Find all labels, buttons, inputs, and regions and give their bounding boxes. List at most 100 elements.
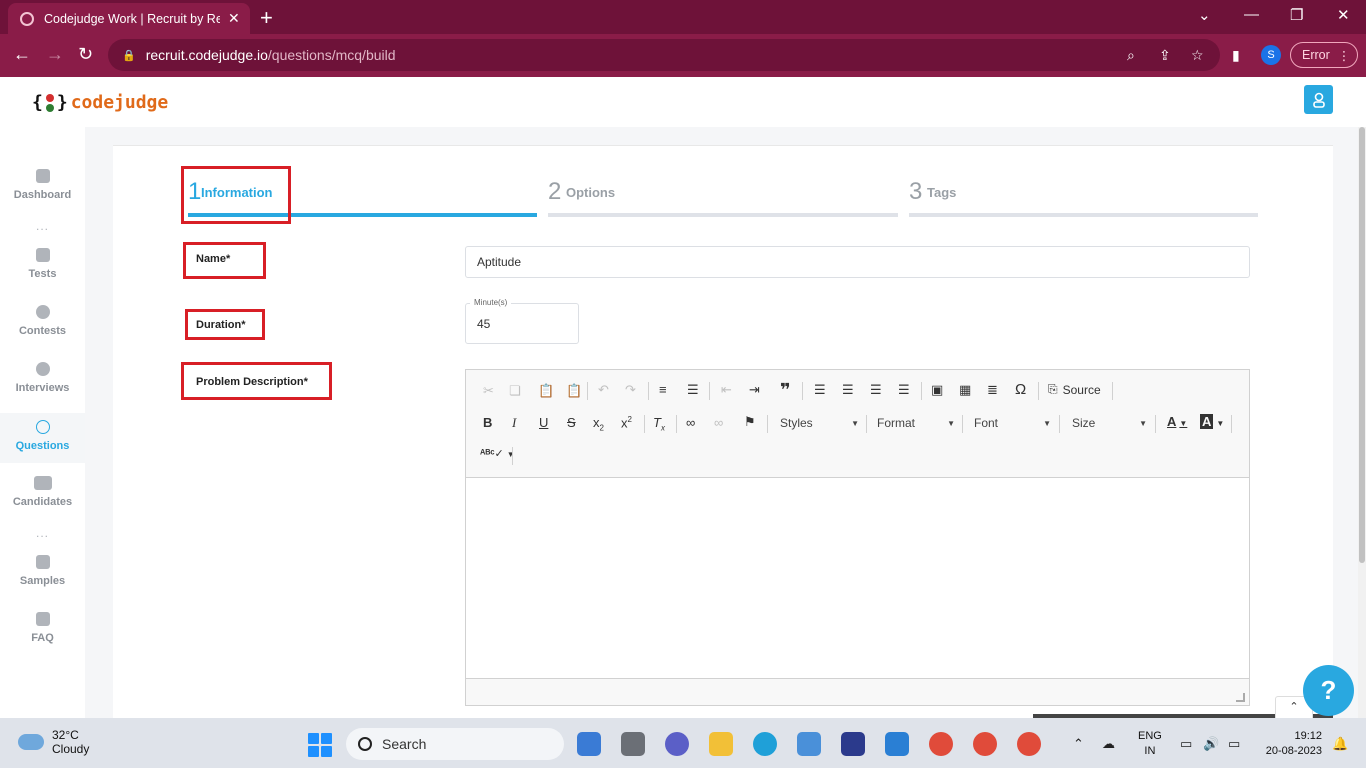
superscript-icon[interactable]: x2: [621, 415, 632, 430]
windows-start-icon[interactable]: [308, 733, 332, 757]
resize-handle-icon[interactable]: [1236, 693, 1245, 702]
pencil-icon: [35, 248, 50, 262]
share-icon[interactable]: ⇪: [1159, 47, 1171, 64]
chrome-icon[interactable]: [929, 732, 953, 756]
clock[interactable]: 19:12 20-08-2023: [1258, 729, 1322, 759]
background-color-icon[interactable]: A ▼: [1200, 414, 1224, 429]
forward-arrow-icon[interactable]: →: [46, 44, 64, 65]
text-color-icon[interactable]: A ▼: [1167, 414, 1187, 429]
horizontal-line-icon[interactable]: ≣: [987, 382, 998, 398]
notification-icon[interactable]: 🔔: [1332, 736, 1348, 752]
sidebar-item-tests[interactable]: Tests: [0, 248, 85, 294]
align-justify-icon[interactable]: ☰: [898, 382, 910, 398]
align-left-icon[interactable]: ☰: [814, 382, 826, 398]
app-m-icon[interactable]: [841, 732, 865, 756]
tray-chevron-up-icon[interactable]: ⌃: [1073, 736, 1084, 752]
font-dropdown[interactable]: Font ▼: [974, 413, 1051, 433]
align-center-icon[interactable]: ☰: [842, 382, 854, 398]
format-dropdown[interactable]: Format ▼: [877, 413, 955, 433]
cut-icon[interactable]: ✂: [483, 383, 494, 399]
blockquote-icon[interactable]: ❞: [780, 380, 791, 401]
side-panel-icon[interactable]: ▮: [1232, 47, 1240, 64]
sidebar-item-interviews[interactable]: Interviews: [0, 362, 85, 408]
sidebar-item-questions[interactable]: Questions: [0, 413, 85, 463]
source-button[interactable]: ⎘ Source: [1048, 382, 1101, 397]
bookmark-star-icon[interactable]: ☆: [1191, 47, 1204, 64]
onedrive-cloud-icon[interactable]: ☁: [1102, 736, 1115, 752]
page-scrollbar[interactable]: [1358, 127, 1366, 718]
link-icon[interactable]: ∞: [686, 415, 695, 430]
italic-icon[interactable]: I: [512, 415, 516, 431]
chrome-profile-icon[interactable]: [1017, 732, 1041, 756]
styles-label: Styles: [780, 416, 813, 430]
undo-icon[interactable]: ↶: [598, 382, 609, 398]
copy-icon[interactable]: ❏: [509, 383, 521, 399]
size-label: Size: [1072, 416, 1096, 430]
strikethrough-icon[interactable]: S: [567, 415, 576, 430]
spellcheck-icon[interactable]: ᴬᴮᶜ✓ ▼: [480, 447, 515, 460]
profile-avatar[interactable]: S: [1261, 45, 1281, 65]
teams-chat-icon[interactable]: [665, 732, 689, 756]
name-input[interactable]: Aptitude: [465, 246, 1250, 278]
sidebar-item-contests[interactable]: Contests: [0, 305, 85, 351]
language-indicator[interactable]: ENG IN: [1138, 729, 1162, 759]
sidebar-item-faq[interactable]: FAQ: [0, 612, 85, 658]
battery-icon[interactable]: ▭: [1228, 736, 1240, 752]
user-menu-button[interactable]: [1304, 85, 1333, 114]
unlink-icon[interactable]: ∞: [714, 415, 723, 430]
special-character-icon[interactable]: Ω: [1015, 381, 1026, 398]
anchor-flag-icon[interactable]: ⚑: [744, 414, 756, 430]
outdent-icon[interactable]: ⇤: [721, 382, 732, 398]
help-button[interactable]: ?: [1303, 665, 1354, 716]
scrollbar-thumb[interactable]: [1359, 127, 1365, 563]
browser-tab[interactable]: Codejudge Work | Recruit by Real ✕: [8, 3, 250, 34]
file-explorer-icon[interactable]: [709, 732, 733, 756]
taskbar-search[interactable]: Search: [346, 728, 564, 760]
sidebar-item-dashboard[interactable]: Dashboard: [0, 169, 85, 215]
subscript-icon[interactable]: x2: [593, 415, 604, 433]
sidebar-item-samples[interactable]: Samples: [0, 555, 85, 601]
align-right-icon[interactable]: ☰: [870, 382, 882, 398]
underline-icon[interactable]: U: [539, 415, 548, 430]
indent-icon[interactable]: ⇥: [749, 382, 760, 398]
error-button[interactable]: Error ⋮: [1290, 42, 1358, 68]
paste-icon[interactable]: 📋: [538, 383, 554, 399]
close-window-icon[interactable]: ✕: [1337, 6, 1350, 24]
paste-text-icon[interactable]: 📋: [566, 383, 582, 399]
editor-content-area[interactable]: [466, 478, 1249, 678]
toolbar-separator: [866, 415, 867, 433]
chevron-down-icon: ▼: [1043, 418, 1051, 428]
network-icon[interactable]: ▭: [1180, 736, 1192, 752]
edge-browser-icon[interactable]: [753, 732, 777, 756]
app-preview-icon[interactable]: [577, 732, 601, 756]
new-tab-button[interactable]: +: [260, 5, 273, 31]
volume-icon[interactable]: 🔊: [1203, 736, 1219, 752]
remove-format-icon[interactable]: Tx: [653, 415, 665, 433]
image-icon[interactable]: ▣: [931, 382, 943, 398]
styles-dropdown[interactable]: Styles ▼: [780, 413, 859, 433]
redo-icon[interactable]: ↷: [625, 382, 636, 398]
table-icon[interactable]: ▦: [959, 382, 971, 398]
weather-widget[interactable]: 32°C Cloudy: [18, 728, 89, 756]
bulleted-list-icon[interactable]: ☰: [687, 382, 699, 398]
size-dropdown[interactable]: Size ▼: [1072, 413, 1147, 433]
zoom-search-icon[interactable]: ⌕: [1127, 47, 1135, 64]
minimize-icon[interactable]: —: [1244, 6, 1259, 23]
photos-icon[interactable]: [885, 732, 909, 756]
tab-search-chevron-down-icon[interactable]: ⌄: [1198, 6, 1211, 24]
task-view-icon[interactable]: [621, 732, 645, 756]
back-arrow-icon[interactable]: ←: [13, 44, 31, 65]
codejudge-logo[interactable]: { } codejudge: [32, 92, 168, 113]
address-bar[interactable]: 🔒 recruit.codejudge.io/questions/mcq/bui…: [108, 39, 1220, 71]
bold-icon[interactable]: B: [483, 415, 492, 430]
chrome-profile-active-icon[interactable]: [973, 732, 997, 756]
close-tab-icon[interactable]: ✕: [228, 10, 240, 27]
step-options[interactable]: 2 Options: [548, 178, 898, 218]
duration-input[interactable]: 45: [465, 303, 579, 344]
microsoft-store-icon[interactable]: [797, 732, 821, 756]
sidebar-item-candidates[interactable]: Candidates: [0, 476, 85, 522]
numbered-list-icon[interactable]: ≡: [659, 382, 667, 397]
reload-icon[interactable]: ↻: [78, 44, 93, 65]
restore-icon[interactable]: ❐: [1290, 6, 1303, 24]
step-tags[interactable]: 3 Tags: [909, 178, 1258, 218]
